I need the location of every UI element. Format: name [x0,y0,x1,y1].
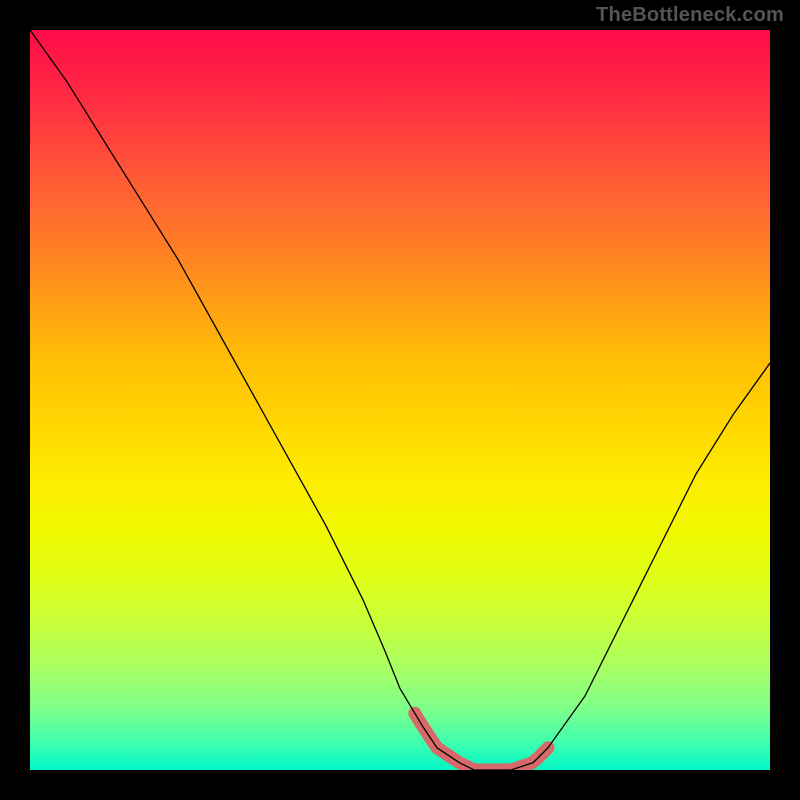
watermark-label: TheBottleneck.com [596,4,784,27]
chart-svg [30,30,770,770]
bottleneck-curve [30,30,770,770]
chart-canvas: TheBottleneck.com [0,0,800,800]
optimal-zone-band [415,713,548,770]
plot-area [30,30,770,770]
